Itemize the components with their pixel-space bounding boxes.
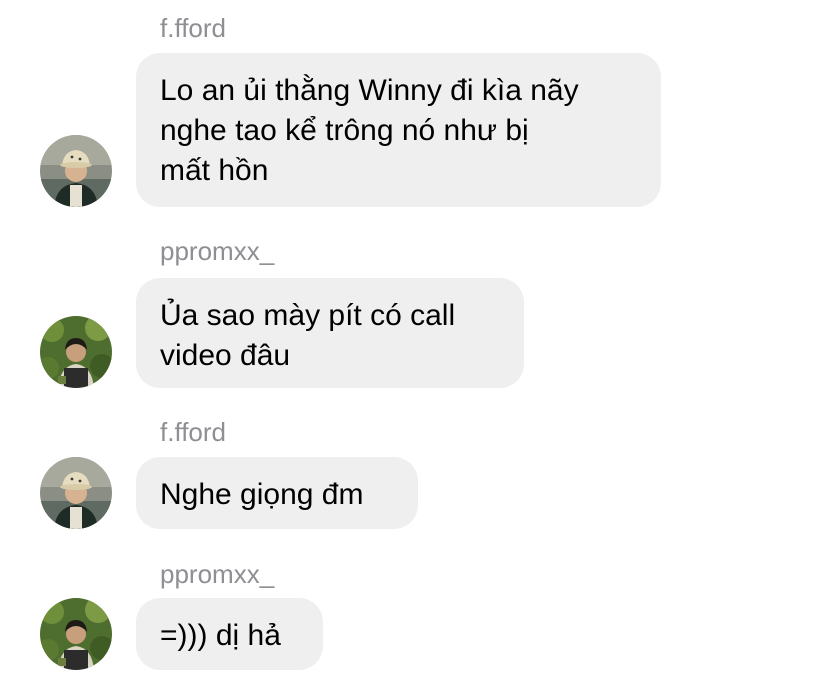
avatar-photo-bucket-hat [40, 135, 112, 207]
message-bubble[interactable]: Ủa sao mày pít có call video đâu [136, 278, 524, 388]
message-line: nghe tao kể trông nó như bị [160, 114, 529, 147]
message-line: =))) dị hả [160, 619, 281, 652]
message-bubble[interactable]: Nghe giọng đm [136, 457, 418, 529]
message-line: Ủa sao mày pít có call [160, 299, 456, 332]
avatar-photo-greenery [40, 316, 112, 388]
message-bubble[interactable]: Lo an ủi thằng Winny đi kìa nãy nghe tao… [136, 53, 661, 207]
avatar[interactable] [40, 316, 112, 388]
sender-name[interactable]: f.fford [160, 13, 226, 43]
avatar[interactable] [40, 135, 112, 207]
sender-name[interactable]: f.fford [160, 417, 226, 447]
sender-name[interactable]: ppromxx_ [160, 236, 274, 266]
message-line: Nghe giọng đm [160, 478, 364, 511]
message-line: mất hồn [160, 154, 269, 187]
avatar-photo-greenery [40, 598, 112, 670]
message-line: Lo an ủi thằng Winny đi kìa nãy [160, 74, 579, 107]
message-line: video đâu [160, 339, 291, 372]
avatar[interactable] [40, 457, 112, 529]
sender-name[interactable]: ppromxx_ [160, 559, 274, 589]
avatar-photo-bucket-hat [40, 457, 112, 529]
message-bubble[interactable]: =))) dị hả [136, 598, 323, 670]
avatar[interactable] [40, 598, 112, 670]
